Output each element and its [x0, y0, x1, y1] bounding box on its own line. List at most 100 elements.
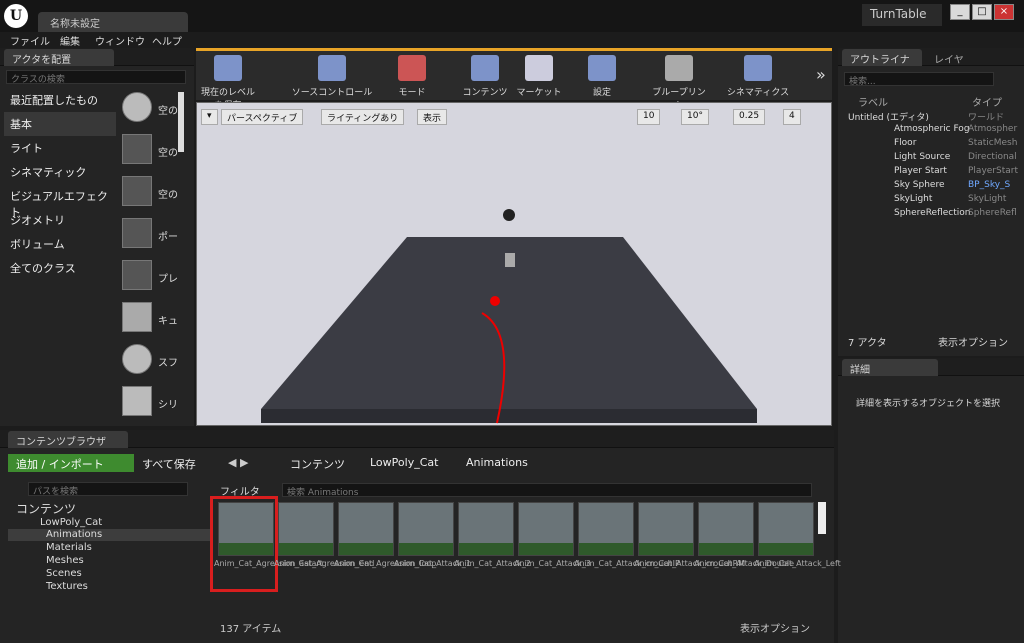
- place-item[interactable]: 空の: [118, 88, 178, 128]
- level-viewport[interactable]: ▾ パースペクティブ ライティングあり 表示 10 10° 0.25 4: [196, 102, 832, 426]
- save-level-button[interactable]: 現在のレベルを保存: [200, 55, 256, 111]
- maximize-button[interactable]: □: [972, 4, 992, 20]
- folder-meshes[interactable]: Meshes: [46, 555, 84, 567]
- marketplace-button[interactable]: マーケット: [516, 55, 562, 101]
- layers-tab[interactable]: レイヤ: [934, 51, 964, 66]
- player-start-icon: [122, 260, 152, 290]
- outliner-row[interactable]: Sky Sphere BP_Sky_S: [894, 180, 1024, 194]
- show-button[interactable]: 表示: [417, 109, 448, 125]
- rotation-snap-value[interactable]: 10°: [681, 109, 709, 125]
- add-import-button[interactable]: 追加 / インポート: [8, 454, 134, 472]
- modes-button[interactable]: モード: [392, 55, 432, 101]
- folder-content[interactable]: コンテンツ: [16, 500, 76, 516]
- outliner-row[interactable]: Untitled (エディタ) ワールド: [848, 110, 1024, 124]
- label-column-header[interactable]: ラベル: [858, 94, 888, 109]
- outliner-row[interactable]: Floor StaticMesh: [894, 138, 1024, 152]
- category-cinematic[interactable]: シネマティック: [4, 160, 116, 184]
- outliner-row[interactable]: Light Source Directional: [894, 152, 1024, 166]
- row-label: Untitled (エディタ): [848, 113, 929, 123]
- close-button[interactable]: ×: [994, 4, 1014, 20]
- level-tab[interactable]: 名称未設定: [38, 12, 188, 32]
- place-item[interactable]: 空の: [118, 130, 178, 170]
- content-browser-tab[interactable]: コンテンツブラウザ: [8, 431, 128, 448]
- outliner-tab[interactable]: アウトライナ: [842, 49, 922, 66]
- place-actors-tab-label: アクタを配置: [12, 55, 72, 66]
- place-item[interactable]: 空の: [118, 172, 178, 212]
- source-control-button[interactable]: ソースコントロール: [290, 55, 374, 101]
- path-crumb-content[interactable]: コンテンツ: [290, 456, 345, 472]
- lighting-button[interactable]: ライティングあり: [321, 109, 405, 125]
- asset-tile[interactable]: Anim_Cat_Attack_1: [394, 502, 471, 582]
- menu-file[interactable]: ファイル: [10, 33, 50, 48]
- folder-textures[interactable]: Textures: [46, 581, 88, 593]
- asset-tile[interactable]: Anim_Cat_Attack_crouchRM: [634, 502, 745, 582]
- drop-target-marker: [490, 296, 500, 306]
- place-item[interactable]: ポー: [118, 214, 178, 254]
- menu-help[interactable]: ヘルプ: [152, 33, 182, 48]
- path-crumb-lowpoly-cat[interactable]: LowPoly_Cat: [370, 456, 438, 469]
- class-search-input[interactable]: クラスの検索: [6, 70, 186, 85]
- scrollbar[interactable]: [178, 92, 184, 152]
- folder-lowpoly-cat[interactable]: LowPoly_Cat: [40, 517, 102, 529]
- grid-snap-value[interactable]: 10: [637, 109, 661, 125]
- asset-tile[interactable]: Anim_Cat_Attack_Left: [754, 502, 841, 582]
- path-search-input[interactable]: パスを検索: [28, 482, 188, 497]
- outliner-row[interactable]: SphereReflection SphereRefl: [894, 208, 1024, 222]
- place-actors-tab[interactable]: アクタを配置: [4, 49, 114, 66]
- category-geometry[interactable]: ジオメトリ: [4, 208, 116, 232]
- viewport-options-button[interactable]: ▾: [201, 109, 218, 125]
- settings-button[interactable]: 設定: [582, 55, 622, 101]
- details-tab[interactable]: 詳細: [842, 359, 938, 376]
- modes-label: モード: [398, 88, 426, 98]
- toolbar-expand-icon[interactable]: »: [816, 65, 826, 84]
- cinematics-button[interactable]: シネマティクス: [726, 55, 790, 101]
- scale-snap-value[interactable]: 0.25: [733, 109, 766, 125]
- place-item-label: ポー: [158, 232, 178, 243]
- asset-tile[interactable]: Anim_Cat_Attack_2: [454, 502, 531, 582]
- row-type: BP_Sky_S: [968, 180, 1011, 190]
- outliner-view-options[interactable]: 表示オプション: [938, 334, 1008, 349]
- content-view-options[interactable]: 表示オプション: [740, 620, 810, 635]
- asset-tile[interactable]: Anim_Cat_Agression_end: [274, 502, 374, 582]
- category-all-classes[interactable]: 全てのクラス: [4, 256, 116, 280]
- menu-edit[interactable]: 編集: [60, 33, 80, 48]
- folder-materials[interactable]: Materials: [46, 542, 92, 554]
- type-column-header[interactable]: タイプ: [972, 94, 1002, 109]
- category-lights[interactable]: ライト: [4, 136, 116, 160]
- path-crumb-animations[interactable]: Animations: [466, 456, 528, 469]
- asset-tile[interactable]: Anim_Cat_Attack_3: [514, 502, 591, 582]
- asset-label: Anim_Cat_Attack_Left: [754, 559, 841, 568]
- asset-tile[interactable]: Anim_Cat_Agression_loop: [334, 502, 436, 582]
- row-type: PlayerStart: [968, 166, 1018, 176]
- asset-thumbnail: [398, 502, 454, 556]
- row-type: StaticMesh: [968, 138, 1018, 148]
- asset-scrollbar[interactable]: [818, 502, 826, 534]
- outliner-row[interactable]: SkyLight SkyLight: [894, 194, 1024, 208]
- place-item[interactable]: プレ: [118, 256, 178, 296]
- save-all-button[interactable]: すべて保存: [142, 456, 196, 472]
- place-actors-panel: アクタを配置 クラスの検索 最近配置したもの 基本 ライト シネマティック ビジ…: [0, 48, 194, 426]
- category-basic[interactable]: 基本: [4, 112, 116, 136]
- perspective-button[interactable]: パースペクティブ: [221, 109, 304, 125]
- place-item[interactable]: キュ: [118, 298, 178, 338]
- content-button[interactable]: コンテンツ: [462, 55, 508, 101]
- asset-tile[interactable]: Anim_Cat_Attack_Double: [694, 502, 794, 582]
- menu-window[interactable]: ウィンドウ: [95, 33, 145, 48]
- asset-tile[interactable]: Anim_Cat_Attack_crouchIP: [574, 502, 680, 582]
- camera-speed-value[interactable]: 4: [783, 109, 801, 125]
- category-recent[interactable]: 最近配置したもの: [4, 88, 116, 112]
- outliner-search-input[interactable]: 検索...: [844, 72, 994, 87]
- place-item[interactable]: スフ: [118, 340, 178, 380]
- folder-animations[interactable]: Animations: [8, 529, 210, 541]
- folder-scenes[interactable]: Scenes: [46, 568, 82, 580]
- details-tab-header: 詳細: [838, 358, 1024, 376]
- history-nav[interactable]: ◀ ▶: [228, 456, 248, 469]
- place-item[interactable]: シリ: [118, 382, 178, 422]
- asset-search-input[interactable]: 検索 Animations: [282, 483, 812, 498]
- category-volumes[interactable]: ボリューム: [4, 232, 116, 256]
- outliner-row[interactable]: Player Start PlayerStart: [894, 166, 1024, 180]
- category-visual-effects[interactable]: ビジュアルエフェクト: [4, 184, 116, 219]
- minimize-button[interactable]: _: [950, 4, 970, 20]
- blueprints-button[interactable]: ブループリント: [648, 55, 710, 111]
- outliner-row[interactable]: Atmospheric Fog Atmospher: [894, 124, 1024, 138]
